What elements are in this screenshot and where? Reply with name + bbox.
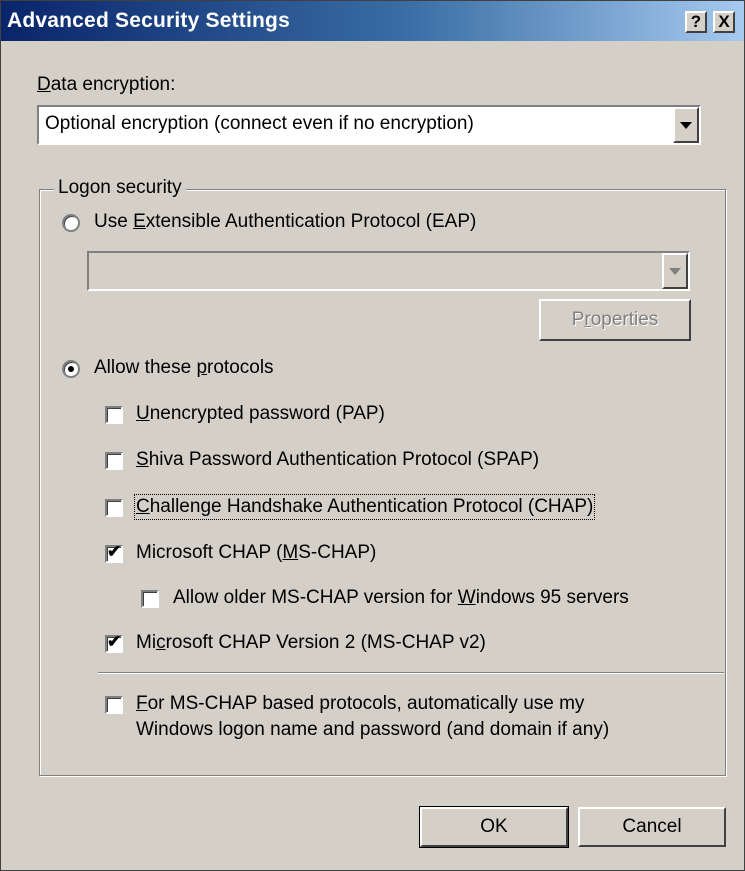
allow-protocols-label[interactable]: Allow these protocols [94, 357, 274, 379]
auto-logon-label-line2[interactable]: Windows logon name and password (and dom… [136, 719, 609, 741]
ms-chap-v2-checkbox[interactable]: ✔ [105, 632, 123, 653]
ms-chap-label[interactable]: Microsoft CHAP (MS-CHAP) [136, 542, 376, 564]
spap-checkbox[interactable] [105, 452, 123, 470]
pap-checkbox[interactable] [105, 406, 123, 424]
allow-protocols-radio[interactable] [62, 360, 80, 378]
help-button[interactable]: ? [685, 11, 707, 33]
ms-chap-win95-label[interactable]: Allow older MS-CHAP version for Windows … [173, 587, 629, 609]
eap-dropdown-button[interactable] [662, 253, 688, 289]
ms-chap-v2-label[interactable]: Microsoft CHAP Version 2 (MS-CHAP v2) [136, 632, 486, 654]
check-icon: ✔ [107, 542, 122, 561]
auto-logon-checkbox[interactable] [105, 696, 123, 714]
eap-radio[interactable] [62, 214, 80, 232]
chevron-down-icon [669, 268, 681, 275]
data-encryption-label: Data encryption: [37, 74, 176, 95]
eap-radio-label[interactable]: Use Extensible Authentication Protocol (… [94, 211, 476, 233]
data-encryption-value: Optional encryption (connect even if no … [45, 113, 474, 134]
advanced-security-settings-dialog: Advanced Security Settings ? X Data encr… [0, 0, 745, 871]
ms-chap-checkbox[interactable]: ✔ [105, 542, 123, 563]
help-icon: ? [690, 12, 702, 31]
ok-button[interactable]: OK [419, 806, 569, 848]
ms-chap-win95-checkbox[interactable] [141, 590, 159, 608]
chap-label[interactable]: Challenge Handshake Authentication Proto… [133, 494, 596, 520]
data-encryption-dropdown-button[interactable] [673, 107, 699, 143]
radio-selected-dot [68, 366, 74, 372]
chap-checkbox[interactable] [105, 499, 123, 517]
chevron-down-icon [680, 122, 692, 129]
cancel-button[interactable]: Cancel [578, 807, 726, 847]
close-icon: X [718, 12, 730, 31]
properties-button[interactable]: Properties [539, 299, 691, 341]
eap-select[interactable] [87, 251, 690, 291]
data-encryption-select[interactable]: Optional encryption (connect even if no … [37, 105, 701, 145]
check-icon: ✔ [107, 632, 122, 651]
spap-label[interactable]: Shiva Password Authentication Protocol (… [136, 449, 539, 471]
pap-label[interactable]: Unencrypted password (PAP) [136, 403, 385, 425]
title-bar: Advanced Security Settings ? X [1, 1, 744, 41]
close-button[interactable]: X [713, 11, 735, 33]
auto-logon-label-line1[interactable]: For MS-CHAP based protocols, automatical… [136, 693, 584, 715]
window-title: Advanced Security Settings [7, 9, 290, 32]
separator [98, 672, 724, 674]
logon-security-legend: Logon security [54, 177, 186, 199]
